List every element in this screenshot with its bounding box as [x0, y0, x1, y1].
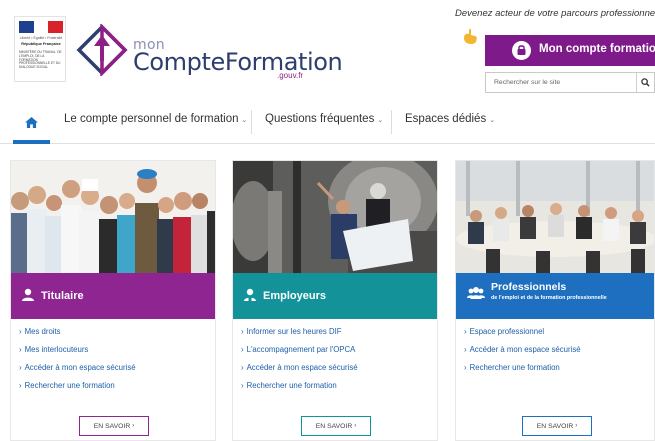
nav-divider	[251, 110, 252, 134]
nav-item-compte-personnel[interactable]: Le compte personnel de formation ⌄	[64, 113, 247, 125]
learn-more-label: EN SAVOIR	[315, 422, 353, 430]
card-subtitle: de l'emploi et de la formation professio…	[491, 295, 607, 301]
nav-item-label: Espaces dédiés	[405, 113, 487, 125]
nav-active-indicator	[13, 140, 50, 144]
learn-more-button[interactable]: EN SAVOIR ›	[301, 416, 371, 436]
card-links: › Informer sur les heures DIF › L'accompag…	[241, 327, 433, 399]
french-flag-icon	[19, 21, 64, 33]
card-links: › Mes droits › Mes interlocuteurs › Accéder…	[19, 327, 211, 399]
card-link[interactable]: › Rechercher une formation	[241, 381, 433, 399]
nav-divider	[391, 110, 392, 134]
workers-photo	[11, 161, 215, 273]
nav-home[interactable]	[13, 100, 50, 144]
account-button[interactable]: Mon compte formation	[485, 35, 655, 66]
home-icon	[25, 116, 38, 128]
chevron-right-icon: ›	[354, 423, 357, 429]
meeting-photo	[456, 161, 654, 273]
card-link[interactable]: › Rechercher une formation	[464, 363, 654, 381]
card-link[interactable]: › L'accompagnement par l'OPCA	[241, 345, 433, 363]
search-input[interactable]	[486, 73, 634, 92]
card-link[interactable]: › Informer sur les heures DIF	[241, 327, 433, 345]
nav-item-label: Questions fréquentes	[265, 113, 375, 125]
card-link[interactable]: › Accéder à mon espace sécurisé	[241, 363, 433, 381]
card-band-professionnels[interactable]: Professionnels de l'emploi et de la form…	[456, 273, 654, 319]
learn-more-label: EN SAVOIR	[536, 422, 574, 430]
pointing-hand-icon	[464, 28, 477, 44]
site-header: Liberté • Égalité • Fraternité Républiqu…	[0, 0, 655, 100]
search-box	[485, 72, 655, 93]
card-title: Professionnels	[491, 281, 567, 293]
chevron-down-icon: ⌄	[241, 117, 248, 124]
chevron-down-icon: ⌄	[377, 117, 384, 124]
government-motto: Liberté • Égalité • Fraternité	[19, 36, 63, 40]
logo-gouv-text: .gouv.fr	[277, 71, 304, 80]
search-icon	[641, 78, 650, 87]
card-titulaire: Titulaire › Mes droits › Mes interlocuteur…	[10, 160, 216, 441]
main-navigation: Le compte personnel de formation ⌄ Questi…	[0, 100, 655, 144]
card-links: › Espace professionnel › Accéder à mon esp…	[464, 327, 654, 381]
card-band-titulaire[interactable]: Titulaire	[11, 273, 215, 319]
chevron-down-icon: ⌄	[489, 117, 496, 124]
card-link[interactable]: › Mes interlocuteurs	[19, 345, 211, 363]
nav-item-questions[interactable]: Questions fréquentes ⌄	[265, 113, 383, 125]
card-link[interactable]: › Accéder à mon espace sécurisé	[464, 345, 654, 363]
ministry-name: Ministère du travail, de l'emploi, de la…	[19, 50, 62, 70]
logo-name-text: CompteFormation	[133, 48, 343, 76]
card-link[interactable]: › Mes droits	[19, 327, 211, 345]
search-button[interactable]	[636, 73, 654, 92]
account-button-label: Mon compte formation	[539, 43, 655, 55]
card-link[interactable]: › Rechercher une formation	[19, 381, 211, 399]
card-professionnels: Professionnels de l'emploi et de la form…	[455, 160, 655, 441]
learn-more-button[interactable]: EN SAVOIR ›	[79, 416, 149, 436]
card-title: Employeurs	[263, 290, 326, 302]
card-employeurs: Employeurs › Informer sur les heures DIF …	[232, 160, 438, 441]
learn-more-label: EN SAVOIR	[93, 422, 131, 430]
card-link[interactable]: › Accéder à mon espace sécurisé	[19, 363, 211, 381]
government-logo[interactable]: Liberté • Égalité • Fraternité Républiqu…	[14, 16, 66, 82]
government-republic: République Française	[21, 42, 61, 46]
employer-icon	[244, 288, 256, 301]
chevron-right-icon: ›	[575, 423, 578, 429]
chevron-right-icon: ›	[132, 423, 135, 429]
group-icon	[467, 287, 485, 299]
card-link[interactable]: › Espace professionnel	[464, 327, 654, 345]
nav-item-label: Le compte personnel de formation	[64, 113, 239, 125]
card-band-employeurs[interactable]: Employeurs	[233, 273, 437, 319]
site-logo[interactable]: mon CompteFormation .gouv.fr	[76, 24, 343, 84]
card-title: Titulaire	[41, 290, 84, 302]
site-tagline: Devenez acteur de votre parcours profess…	[455, 8, 655, 19]
compteformation-logo-mark-icon	[76, 24, 128, 76]
lock-icon	[512, 41, 531, 60]
person-icon	[22, 288, 34, 301]
factory-photo	[233, 161, 437, 273]
nav-item-espaces[interactable]: Espaces dédiés ⌄	[405, 113, 495, 125]
learn-more-button[interactable]: EN SAVOIR ›	[522, 416, 592, 436]
